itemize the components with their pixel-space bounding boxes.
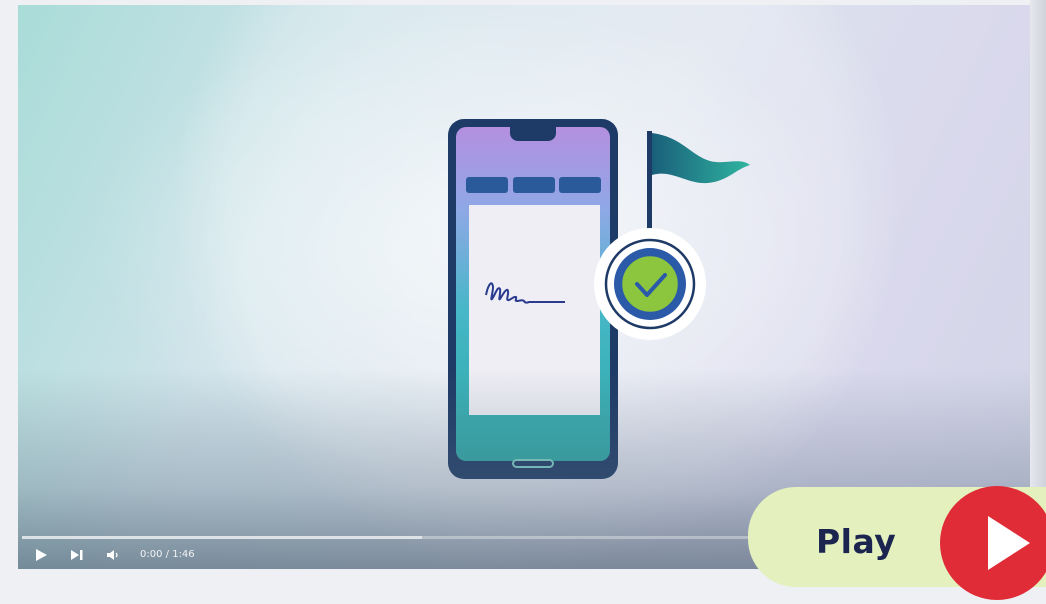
phone-notch (510, 127, 556, 141)
progress-bar[interactable] (22, 536, 762, 539)
play-button[interactable] (34, 546, 48, 564)
skip-next-icon (71, 550, 83, 560)
volume-button[interactable] (106, 546, 120, 564)
play-overlay-button[interactable] (940, 486, 1046, 600)
screen-tab (513, 177, 555, 193)
next-button[interactable] (70, 546, 84, 564)
play-label[interactable]: Play (816, 522, 896, 561)
screen-tab (466, 177, 508, 193)
time-separator: / (162, 549, 173, 560)
time-total: 1:46 (172, 549, 195, 560)
page-edge (1030, 0, 1046, 569)
play-triangle-icon (988, 516, 1030, 570)
time-current: 0:00 (140, 549, 163, 560)
video-player[interactable] (18, 5, 1030, 569)
flag-cloth (652, 133, 750, 184)
play-icon (36, 549, 47, 561)
progress-buffered (22, 536, 422, 539)
time-display: 0:00 / 1:46 (140, 549, 195, 560)
screen-tab (559, 177, 601, 193)
volume-icon (107, 550, 118, 560)
